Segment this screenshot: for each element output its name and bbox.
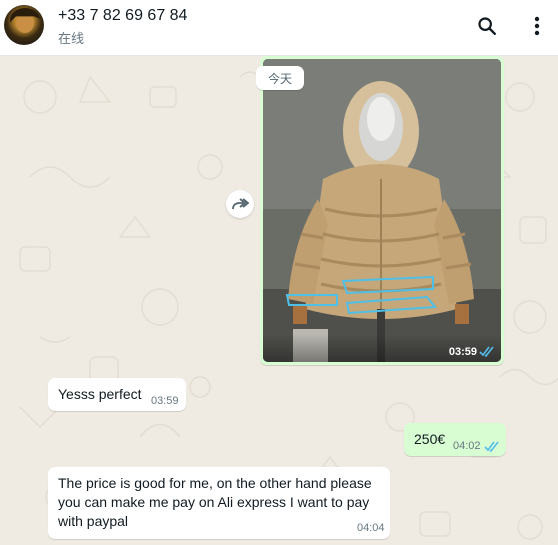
message-text: The price is good for me, on the other h… <box>58 475 372 529</box>
message-time: 04:04 <box>357 522 385 534</box>
message-time: 03:59 <box>151 395 179 407</box>
double-check-icon <box>479 346 494 357</box>
contact-name[interactable]: +33 7 82 69 67 84 <box>58 7 187 25</box>
search-button[interactable] <box>473 12 501 40</box>
image-message[interactable]: 03:59 <box>260 56 504 365</box>
message-text: Yesss perfect <box>58 386 142 402</box>
incoming-message[interactable]: Yesss perfect 03:59 <box>48 378 186 411</box>
contact-status: 在线 <box>58 31 85 46</box>
double-check-icon <box>484 441 499 452</box>
forward-icon <box>232 198 249 210</box>
fur-jacket-photo <box>263 59 501 362</box>
menu-dots-icon <box>534 16 540 36</box>
message-photo[interactable]: 03:59 <box>263 59 501 362</box>
search-icon <box>478 17 496 35</box>
forward-button[interactable] <box>226 190 254 218</box>
date-divider: 今天 <box>256 66 304 90</box>
chat-header: +33 7 82 69 67 84 在线 <box>0 0 558 56</box>
incoming-message[interactable]: The price is good for me, on the other h… <box>48 467 390 539</box>
message-text: 250€ <box>414 431 446 447</box>
image-message-time: 03:59 <box>448 346 477 358</box>
menu-button[interactable] <box>523 12 551 40</box>
contact-avatar[interactable] <box>4 5 44 45</box>
message-time: 04:02 <box>453 440 481 452</box>
outgoing-message[interactable]: 250€ 04:02 <box>404 423 506 456</box>
